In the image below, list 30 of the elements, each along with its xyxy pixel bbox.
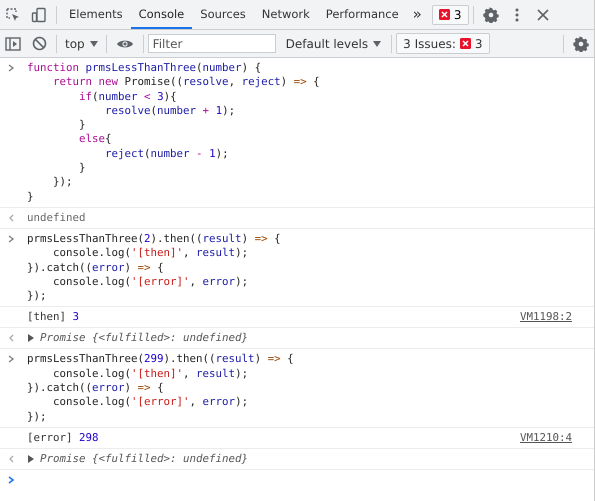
panel-tab[interactable]: Network bbox=[254, 0, 318, 29]
caret-icon bbox=[90, 40, 98, 46]
context-dropdown[interactable]: top bbox=[61, 30, 102, 57]
error-count-badge[interactable]: 3 bbox=[432, 4, 468, 24]
code-text: prmsLessThanThree(299).then((result) => { console.log('[then]', result); }).catch((error) => { console.log('[error]', error); }); bbox=[27, 352, 294, 424]
promise-object[interactable]: Promise {<fulfilled>: undefined} bbox=[40, 331, 248, 346]
panel-tab[interactable]: Performance bbox=[318, 0, 407, 29]
input-prompt-icon bbox=[8, 234, 15, 243]
issues-button[interactable]: 3 Issues: 3 bbox=[396, 33, 490, 54]
source-link[interactable]: VM1210:4 bbox=[520, 430, 572, 445]
more-tabs-button[interactable]: » bbox=[406, 0, 428, 29]
filter-field[interactable]: Filter bbox=[148, 34, 276, 53]
log-message: [error] 298 bbox=[27, 430, 99, 445]
error-icon bbox=[460, 38, 471, 49]
code-text: function prmsLessThanThree(number) { return new Promise((resolve, reject) => { if(number < 3){ resolve(number + 1); } else{ reject(number - 1); } }); } bbox=[27, 61, 320, 204]
source-link[interactable]: VM1198:2 bbox=[520, 310, 572, 324]
log-message: [then] 3 bbox=[27, 310, 80, 324]
panel-tab[interactable]: Elements bbox=[61, 0, 131, 29]
result-value: undefined bbox=[27, 210, 86, 225]
promise-object[interactable]: Promise {<fulfilled>: undefined} bbox=[40, 452, 248, 466]
error-icon bbox=[438, 9, 450, 20]
code-text: prmsLessThanThree(2).then((result) => { console.log('[then]', result); }).catch((error) => { console.log('[error]', error); }); bbox=[27, 232, 281, 304]
expand-triangle-icon[interactable] bbox=[27, 334, 35, 342]
console-prompt-icon[interactable] bbox=[8, 476, 15, 484]
log-levels-dropdown[interactable]: Default levels bbox=[280, 30, 388, 57]
input-prompt-icon bbox=[8, 355, 15, 364]
expand-triangle-icon[interactable] bbox=[27, 454, 35, 463]
panel-tab[interactable]: Sources bbox=[192, 0, 254, 29]
caret-icon bbox=[373, 40, 382, 46]
input-prompt-icon bbox=[8, 64, 15, 72]
